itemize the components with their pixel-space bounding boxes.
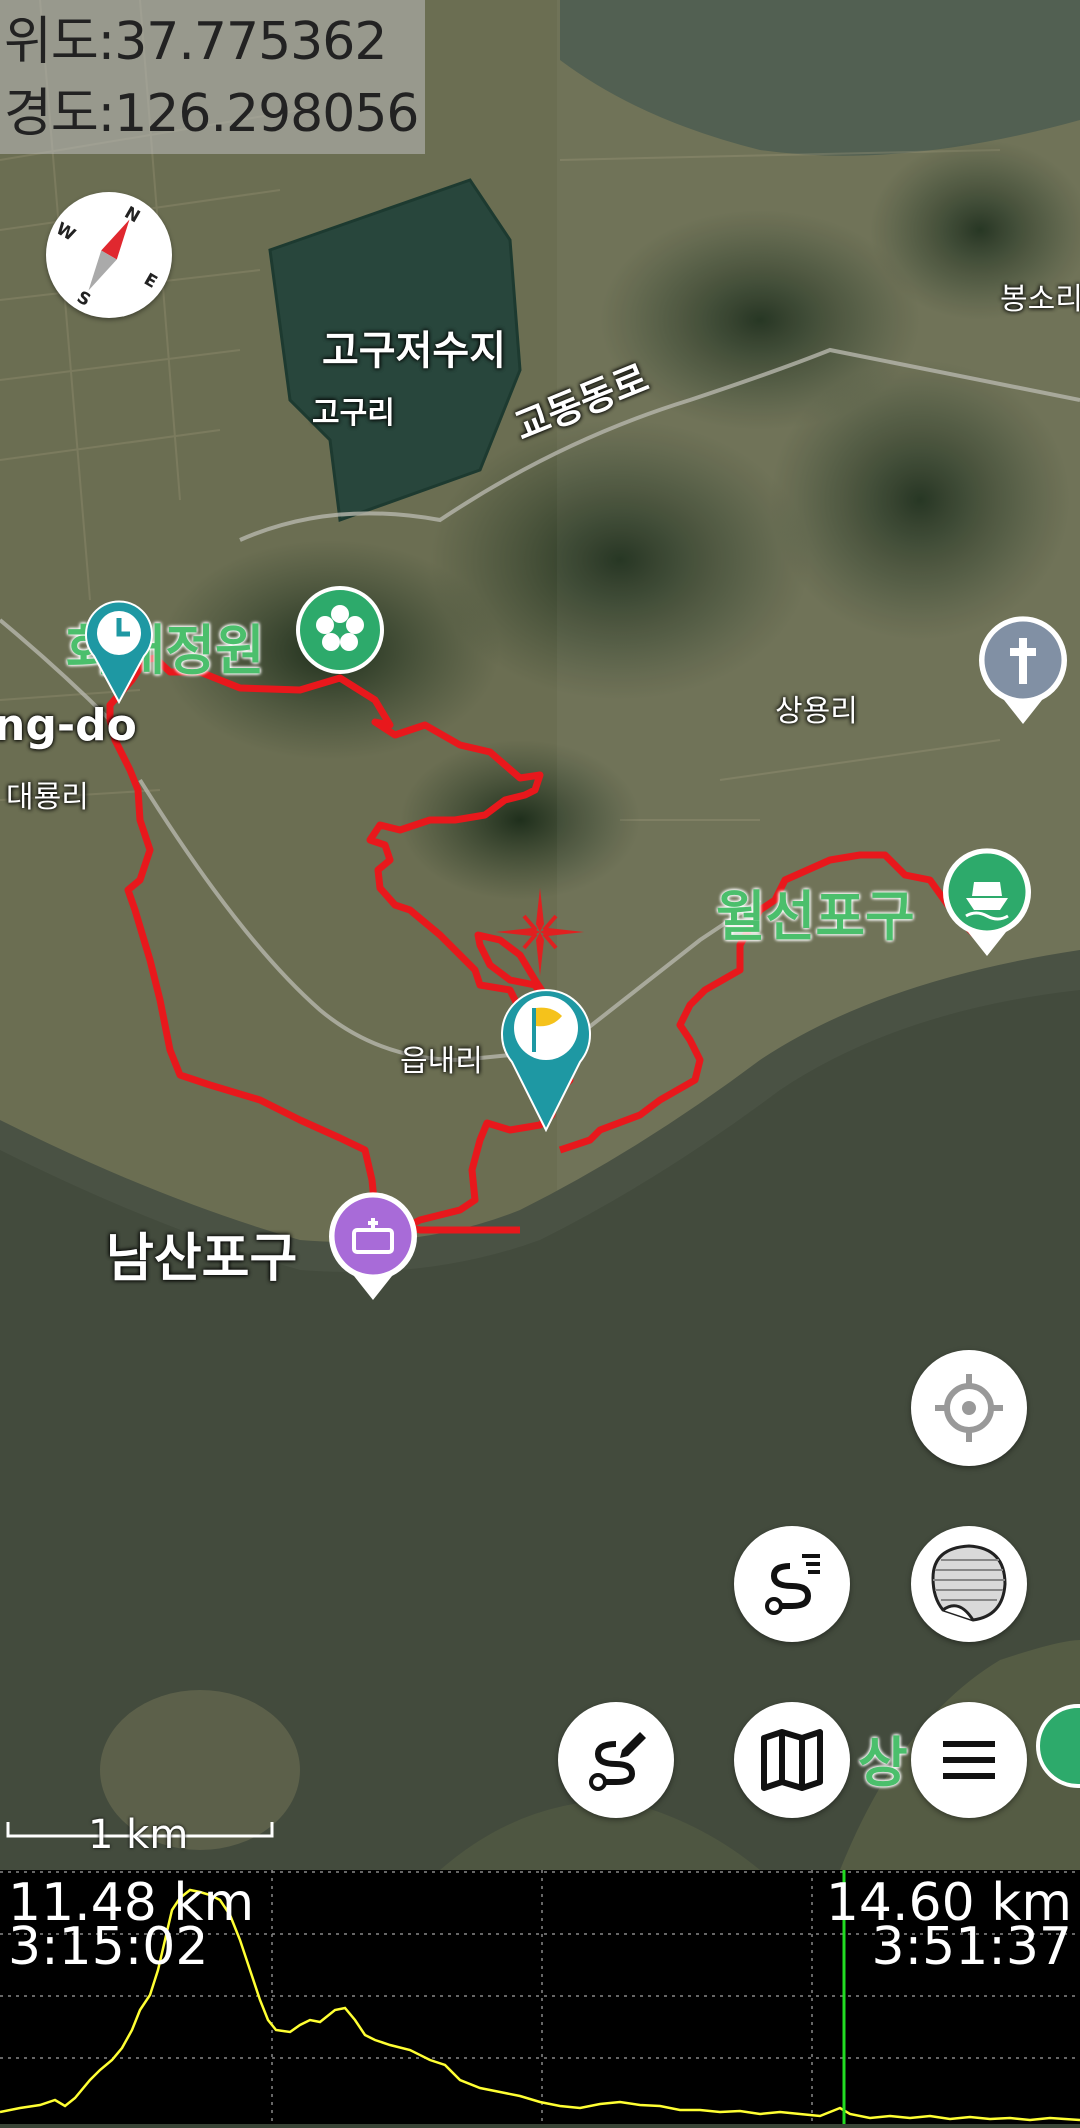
start-clock-marker-icon[interactable] (84, 598, 154, 704)
menu-button[interactable] (911, 1702, 1027, 1818)
place-label-bongso: 봉소리 (1000, 282, 1080, 317)
offline-map-button[interactable] (734, 1702, 850, 1818)
scale-label: 1 km (88, 1812, 189, 1858)
svg-text:N: N (121, 203, 143, 227)
church-poi-icon[interactable] (976, 614, 1070, 726)
track-list-button[interactable] (734, 1526, 850, 1642)
place-label-sang: 상 (858, 1731, 908, 1794)
place-label-reservoir: 고구저수지 (322, 328, 506, 374)
route-pen-icon (589, 1732, 646, 1791)
my-location-button[interactable] (911, 1350, 1027, 1466)
partial-green-poi-icon[interactable] (1032, 1700, 1080, 1794)
place-label-gogu: 고구리 (312, 396, 395, 431)
map-layer-button[interactable] (911, 1526, 1027, 1642)
svg-text:S: S (73, 287, 94, 310)
right-time: 3:51:37 (871, 1917, 1072, 1977)
compass-button[interactable]: N S E W (46, 192, 172, 318)
elevation-profile[interactable]: 11.48 km 3:15:02 14.60 km 3:51:37 (0, 1870, 1080, 2124)
left-time: 3:15:02 (8, 1917, 209, 1977)
crosshair-icon (935, 1374, 1003, 1442)
ferry-port-poi-icon[interactable] (940, 846, 1034, 958)
campsite-poi-icon[interactable] (326, 1190, 420, 1302)
place-label-wolseon: 월선포구 (716, 885, 915, 948)
folded-map-icon (761, 1729, 823, 1791)
place-label-namsan: 남산포구 (106, 1229, 298, 1289)
place-label-ng-do: ng-do (0, 700, 137, 751)
svg-text:E: E (140, 270, 160, 293)
longitude-text: 경도:126.298056 (4, 84, 419, 144)
layer-page-icon (931, 1544, 1007, 1622)
map-view[interactable]: 고구저수지 고구리 교동동로 화개정원 ng-do 대룡리 상용리 월선포구 읍… (0, 0, 1080, 1870)
route-list-icon (765, 1554, 820, 1615)
latitude-text: 위도:37.775362 (4, 12, 387, 72)
destination-flag-marker-icon[interactable] (500, 984, 592, 1132)
place-label-eupnae: 읍내리 (400, 1044, 483, 1079)
place-label-daeryong: 대룡리 (6, 780, 89, 815)
flower-garden-poi-icon[interactable] (294, 584, 386, 676)
compass-icon: N S E W (52, 203, 160, 311)
hamburger-icon (943, 1741, 995, 1779)
route-draw-button[interactable] (558, 1702, 674, 1818)
svg-text:W: W (52, 219, 78, 246)
coordinates-readout: 위도:37.775362 경도:126.298056 (0, 0, 425, 154)
place-label-sangyong: 상용리 (775, 694, 858, 729)
